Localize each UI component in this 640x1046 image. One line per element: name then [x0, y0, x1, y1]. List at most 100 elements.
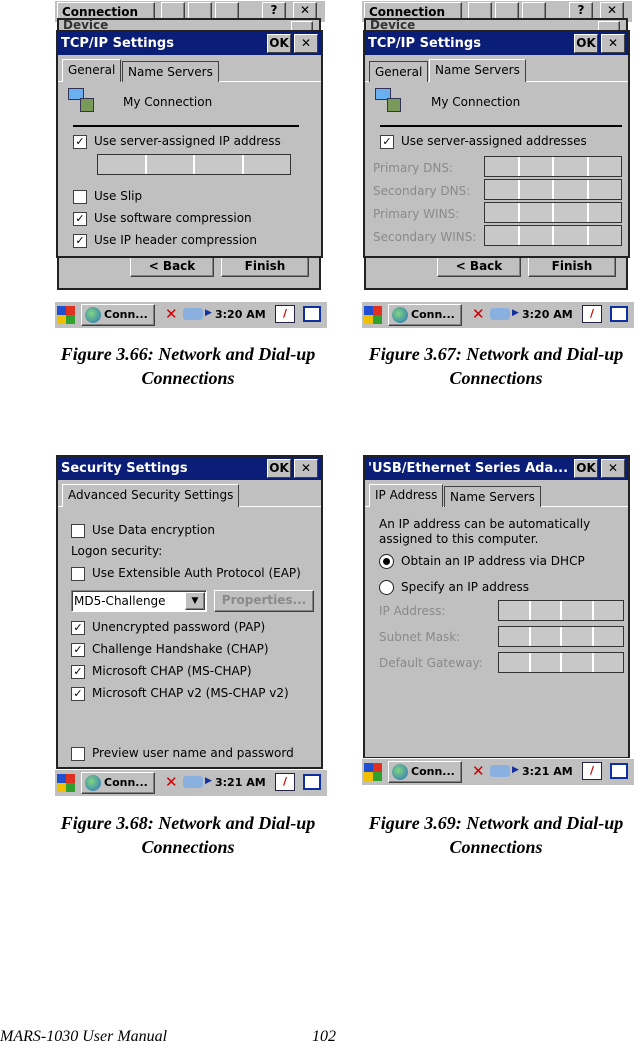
- dialog-close-button[interactable]: ✕: [601, 34, 625, 53]
- taskbar-task-button[interactable]: Conn...: [388, 761, 462, 783]
- ip-octet[interactable]: [531, 627, 562, 646]
- tab-general[interactable]: General: [62, 59, 122, 82]
- dialog-close-button[interactable]: ✕: [294, 459, 318, 478]
- finish-button[interactable]: Finish: [221, 256, 309, 277]
- start-windows-icon[interactable]: [364, 306, 382, 324]
- ip-mode-radio[interactable]: [379, 554, 394, 569]
- ip-field[interactable]: [498, 600, 624, 621]
- ok-button[interactable]: OK: [267, 34, 291, 53]
- ip-octet[interactable]: [485, 180, 520, 199]
- ip-field[interactable]: [498, 652, 624, 673]
- protocol-checkbox[interactable]: ✓: [71, 643, 85, 657]
- ip-mode-radio[interactable]: [379, 580, 394, 595]
- ok-button[interactable]: OK: [574, 459, 598, 478]
- switch-windows-icon[interactable]: [303, 774, 321, 790]
- ip-octet[interactable]: [531, 601, 562, 620]
- name-server-field[interactable]: [484, 225, 622, 246]
- taskbar-clock[interactable]: 3:21 AM: [522, 765, 573, 778]
- taskbar-task-button[interactable]: Conn...: [81, 772, 155, 794]
- ok-button[interactable]: OK: [574, 34, 598, 53]
- ip-octet[interactable]: [562, 627, 594, 646]
- use-slip-checkbox[interactable]: [73, 190, 87, 204]
- network-connection-icon[interactable]: [490, 765, 510, 777]
- network-connection-icon[interactable]: [490, 308, 510, 320]
- ip-octet[interactable]: [499, 653, 531, 672]
- eap-method-select[interactable]: MD5-Challenge ▼: [71, 590, 207, 612]
- switch-windows-icon[interactable]: [610, 763, 628, 779]
- start-windows-icon[interactable]: [57, 306, 75, 324]
- name-server-field[interactable]: [484, 156, 622, 177]
- preview-user-name-checkbox[interactable]: [71, 747, 85, 761]
- ip-octet[interactable]: [554, 203, 589, 222]
- use-eap-checkbox[interactable]: [71, 567, 85, 581]
- ip-octet[interactable]: [520, 226, 554, 245]
- ip-octet[interactable]: [562, 653, 594, 672]
- tab-name-servers[interactable]: Name Servers: [429, 59, 526, 82]
- taskbar-clock[interactable]: 3:20 AM: [215, 308, 266, 321]
- finish-button[interactable]: Finish: [528, 256, 616, 277]
- tab-advanced-security-settings[interactable]: Advanced Security Settings: [62, 484, 240, 507]
- ip-octet[interactable]: [589, 226, 622, 245]
- ip-octet[interactable]: [594, 601, 624, 620]
- switch-windows-icon[interactable]: [610, 306, 628, 322]
- ip-octet[interactable]: [531, 653, 562, 672]
- taskbar-clock[interactable]: 3:20 AM: [522, 308, 573, 321]
- input-panel-icon[interactable]: /: [582, 762, 602, 780]
- protocol-checkbox[interactable]: ✓: [71, 687, 85, 701]
- ip-octet[interactable]: [554, 157, 589, 176]
- ip-octet[interactable]: [520, 180, 554, 199]
- network-disconnected-icon[interactable]: ✕: [472, 305, 485, 323]
- tab-name-servers[interactable]: Name Servers: [122, 61, 219, 82]
- taskbar-clock[interactable]: 3:21 AM: [215, 776, 266, 789]
- start-windows-icon[interactable]: [57, 774, 75, 792]
- properties-button[interactable]: Properties...: [214, 590, 314, 612]
- ip-octet[interactable]: [147, 155, 195, 174]
- use-server-assigned-ip-checkbox[interactable]: ✓: [73, 135, 87, 149]
- dialog-close-button[interactable]: ✕: [601, 459, 625, 478]
- ip-field[interactable]: [498, 626, 624, 647]
- ip-octet[interactable]: [499, 601, 531, 620]
- name-server-field[interactable]: [484, 202, 622, 223]
- tab-ip-address[interactable]: IP Address: [369, 484, 444, 507]
- tab-general[interactable]: General: [369, 61, 429, 82]
- ip-address-field[interactable]: [97, 154, 291, 175]
- ip-octet[interactable]: [594, 653, 624, 672]
- tab-name-servers[interactable]: Name Servers: [444, 486, 541, 507]
- back-button[interactable]: < Back: [437, 256, 521, 277]
- ok-button[interactable]: OK: [267, 459, 291, 478]
- input-panel-icon[interactable]: /: [275, 305, 295, 323]
- taskbar-task-button[interactable]: Conn...: [388, 304, 462, 326]
- ip-octet[interactable]: [589, 203, 622, 222]
- use-server-assigned-addresses-checkbox[interactable]: ✓: [380, 135, 394, 149]
- network-connection-icon[interactable]: [183, 776, 203, 788]
- ip-octet[interactable]: [485, 226, 520, 245]
- network-connection-icon[interactable]: [183, 308, 203, 320]
- switch-windows-icon[interactable]: [303, 306, 321, 322]
- ip-octet[interactable]: [554, 226, 589, 245]
- ip-octet[interactable]: [98, 155, 147, 174]
- back-button[interactable]: < Back: [130, 256, 214, 277]
- ip-octet[interactable]: [520, 203, 554, 222]
- chevron-down-icon[interactable]: ▼: [185, 592, 205, 610]
- ip-octet[interactable]: [554, 180, 589, 199]
- ip-octet[interactable]: [520, 157, 554, 176]
- ip-octet[interactable]: [589, 157, 622, 176]
- ip-octet[interactable]: [499, 627, 531, 646]
- ip-octet[interactable]: [589, 180, 622, 199]
- ip-octet[interactable]: [244, 155, 291, 174]
- use-ip-header-compression-checkbox[interactable]: ✓: [73, 234, 87, 248]
- use-data-encryption-checkbox[interactable]: [71, 524, 85, 538]
- taskbar-task-button[interactable]: Conn...: [81, 304, 155, 326]
- protocol-checkbox[interactable]: ✓: [71, 621, 85, 635]
- ip-octet[interactable]: [485, 157, 520, 176]
- start-windows-icon[interactable]: [364, 763, 382, 781]
- network-disconnected-icon[interactable]: ✕: [472, 762, 485, 780]
- use-software-compression-checkbox[interactable]: ✓: [73, 212, 87, 226]
- ip-octet[interactable]: [485, 203, 520, 222]
- input-panel-icon[interactable]: /: [582, 305, 602, 323]
- dialog-close-button[interactable]: ✕: [294, 34, 318, 53]
- protocol-checkbox[interactable]: ✓: [71, 665, 85, 679]
- network-disconnected-icon[interactable]: ✕: [165, 305, 178, 323]
- ip-octet[interactable]: [195, 155, 244, 174]
- network-disconnected-icon[interactable]: ✕: [165, 773, 178, 791]
